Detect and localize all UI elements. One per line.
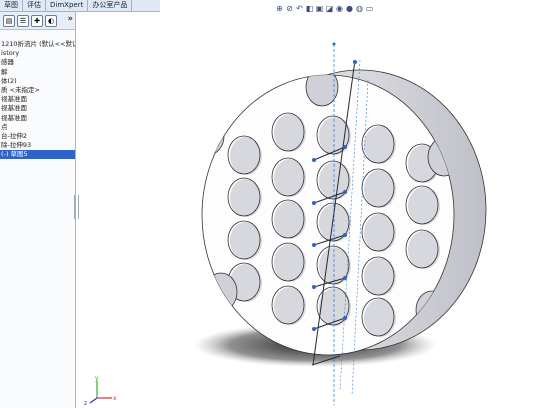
triad-x-label: x: [113, 395, 117, 402]
tab-sketch[interactable]: 草图: [0, 0, 23, 11]
tree-item-solid-bodies[interactable]: 体(2): [0, 77, 75, 86]
tree-item-history[interactable]: istory: [0, 49, 75, 58]
property-manager-icon[interactable]: ☰: [17, 15, 29, 27]
tree-item-material[interactable]: 质 <未指定>: [0, 86, 75, 95]
tree-item-boss-extrude[interactable]: 台-拉伸2: [0, 132, 75, 141]
tree-item-annotations[interactable]: 解: [0, 68, 75, 77]
display-manager-icon[interactable]: ◐: [45, 15, 57, 27]
tree-item-origin[interactable]: 点: [0, 123, 75, 132]
tab-dimxpert[interactable]: DimXpert: [46, 0, 89, 11]
tree-item-sketch[interactable]: (-) 草图5: [0, 150, 75, 160]
feature-manager-toolbar: ▤ ☰ ✚ ◐ »: [0, 12, 75, 30]
feature-tree-icon[interactable]: ▤: [3, 15, 15, 27]
tree-item-cut-extrude[interactable]: 除-拉伸93: [0, 141, 75, 150]
triad-z-label: z: [84, 400, 87, 407]
tree-item-sensors[interactable]: 感器: [0, 58, 75, 67]
tree-item-right-plane[interactable]: 视基准面: [0, 114, 75, 123]
command-manager-tabs: 草图 评估 DimXpert 办公室产品: [0, 0, 160, 12]
triad-y-label: y: [95, 375, 99, 382]
notch: [202, 116, 225, 156]
tree-item-part[interactable]: 1210折流片 (默认<<默认>: [0, 40, 75, 49]
notch: [204, 272, 238, 312]
tree-item-top-plane[interactable]: 视基准面: [0, 104, 75, 113]
tab-evaluate[interactable]: 评估: [23, 0, 46, 11]
tab-office-products[interactable]: 办公室产品: [88, 0, 133, 11]
feature-tree: 1210折流片 (默认<<默认> istory 感器 解 体(2) 质 <未指定…: [0, 30, 75, 160]
tree-item-front-plane[interactable]: 视基准面: [0, 95, 75, 104]
configuration-manager-icon[interactable]: ✚: [31, 15, 43, 27]
coordinate-triad: x y z: [84, 375, 117, 407]
graphics-viewport[interactable]: x y z: [76, 12, 558, 408]
feature-manager-panel: ▤ ☰ ✚ ◐ » 1210折流片 (默认<<默认> istory 感器 解 体…: [0, 12, 76, 408]
expand-panel-button[interactable]: »: [67, 14, 73, 25]
perforated-disc-model[interactable]: [192, 68, 487, 356]
